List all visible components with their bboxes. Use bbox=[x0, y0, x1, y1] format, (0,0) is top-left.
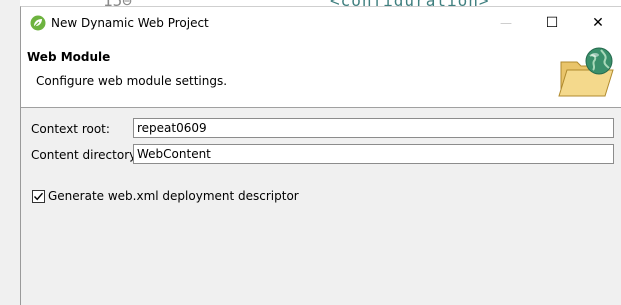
window-title: New Dynamic Web Project bbox=[51, 16, 209, 30]
page-title: Web Module bbox=[27, 50, 111, 64]
form-area: Context root: Content directory: Generat… bbox=[21, 108, 621, 305]
generate-web-xml-option[interactable]: Generate web.xml deployment descriptor bbox=[32, 189, 299, 203]
generate-web-xml-label: Generate web.xml deployment descriptor bbox=[48, 189, 299, 203]
content-directory-input[interactable] bbox=[133, 144, 614, 164]
new-dynamic-web-project-dialog: New Dynamic Web Project — ☐ ✕ Web Module… bbox=[20, 6, 621, 305]
wizard-header: Web Module Configure web module settings… bbox=[21, 39, 621, 108]
context-root-input[interactable] bbox=[133, 118, 614, 138]
background-left-strip bbox=[0, 0, 20, 305]
folder-globe-icon bbox=[555, 44, 617, 102]
minimize-icon: — bbox=[500, 16, 512, 30]
maximize-icon: ☐ bbox=[545, 15, 559, 31]
maximize-button[interactable]: ☐ bbox=[529, 7, 575, 39]
title-bar[interactable]: New Dynamic Web Project — ☐ ✕ bbox=[21, 7, 621, 39]
close-icon: ✕ bbox=[592, 15, 604, 31]
minimize-button[interactable]: — bbox=[483, 7, 529, 39]
spring-leaf-icon bbox=[30, 15, 46, 31]
checkmark-icon bbox=[33, 192, 44, 200]
generate-web-xml-checkbox[interactable] bbox=[32, 189, 45, 203]
close-button[interactable]: ✕ bbox=[575, 7, 621, 39]
content-directory-label: Content directory: bbox=[31, 148, 140, 162]
page-description: Configure web module settings. bbox=[36, 74, 228, 88]
context-root-label: Context root: bbox=[31, 122, 110, 136]
